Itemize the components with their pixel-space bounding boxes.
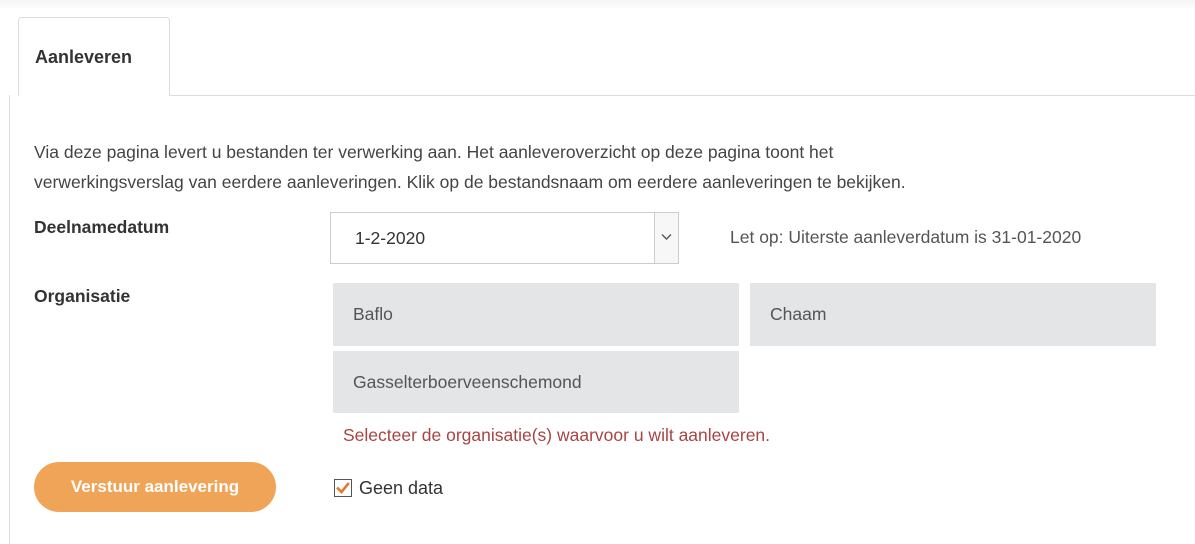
no-data-label[interactable]: Geen data — [359, 478, 443, 499]
date-select[interactable]: 1-2-2020 — [330, 212, 679, 264]
intro-text: Via deze pagina levert u bestanden ter v… — [34, 137, 1184, 197]
intro-line-2: verwerkingsverslag van eerdere aanleveri… — [34, 172, 906, 192]
chevron-down-icon[interactable] — [654, 213, 678, 263]
top-shade — [0, 0, 1195, 10]
page: Aanleveren Via deze pagina levert u best… — [0, 0, 1195, 544]
organisation-option-label: Chaam — [770, 304, 827, 324]
organisation-option-label: Gasselterboerveenschemond — [353, 372, 582, 392]
intro-line-1: Via deze pagina levert u bestanden ter v… — [34, 142, 834, 162]
organisation-option-gasselterboerveenschemond[interactable]: Gasselterboerveenschemond — [333, 351, 739, 413]
organisation-option-baflo[interactable]: Baflo — [333, 283, 739, 346]
panel-left-border — [9, 95, 10, 544]
tab-bar-divider — [170, 95, 1195, 96]
organisation-label: Organisatie — [34, 286, 131, 306]
no-data-checkbox[interactable] — [334, 479, 352, 497]
submit-delivery-button[interactable]: Verstuur aanlevering — [34, 462, 276, 512]
date-select-value: 1-2-2020 — [355, 228, 426, 248]
checkmark-icon — [336, 482, 350, 494]
organisation-option-label: Baflo — [353, 304, 393, 324]
organisation-error-message: Selecteer de organisatie(s) waarvoor u w… — [343, 425, 771, 445]
deadline-note: Let op: Uiterste aanleverdatum is 31-01-… — [730, 227, 1082, 247]
tab-aanleveren[interactable]: Aanleveren — [18, 17, 170, 96]
tab-label: Aanleveren — [35, 47, 133, 67]
organisation-option-chaam[interactable]: Chaam — [750, 283, 1156, 346]
date-label: Deelnamedatum — [34, 217, 170, 237]
